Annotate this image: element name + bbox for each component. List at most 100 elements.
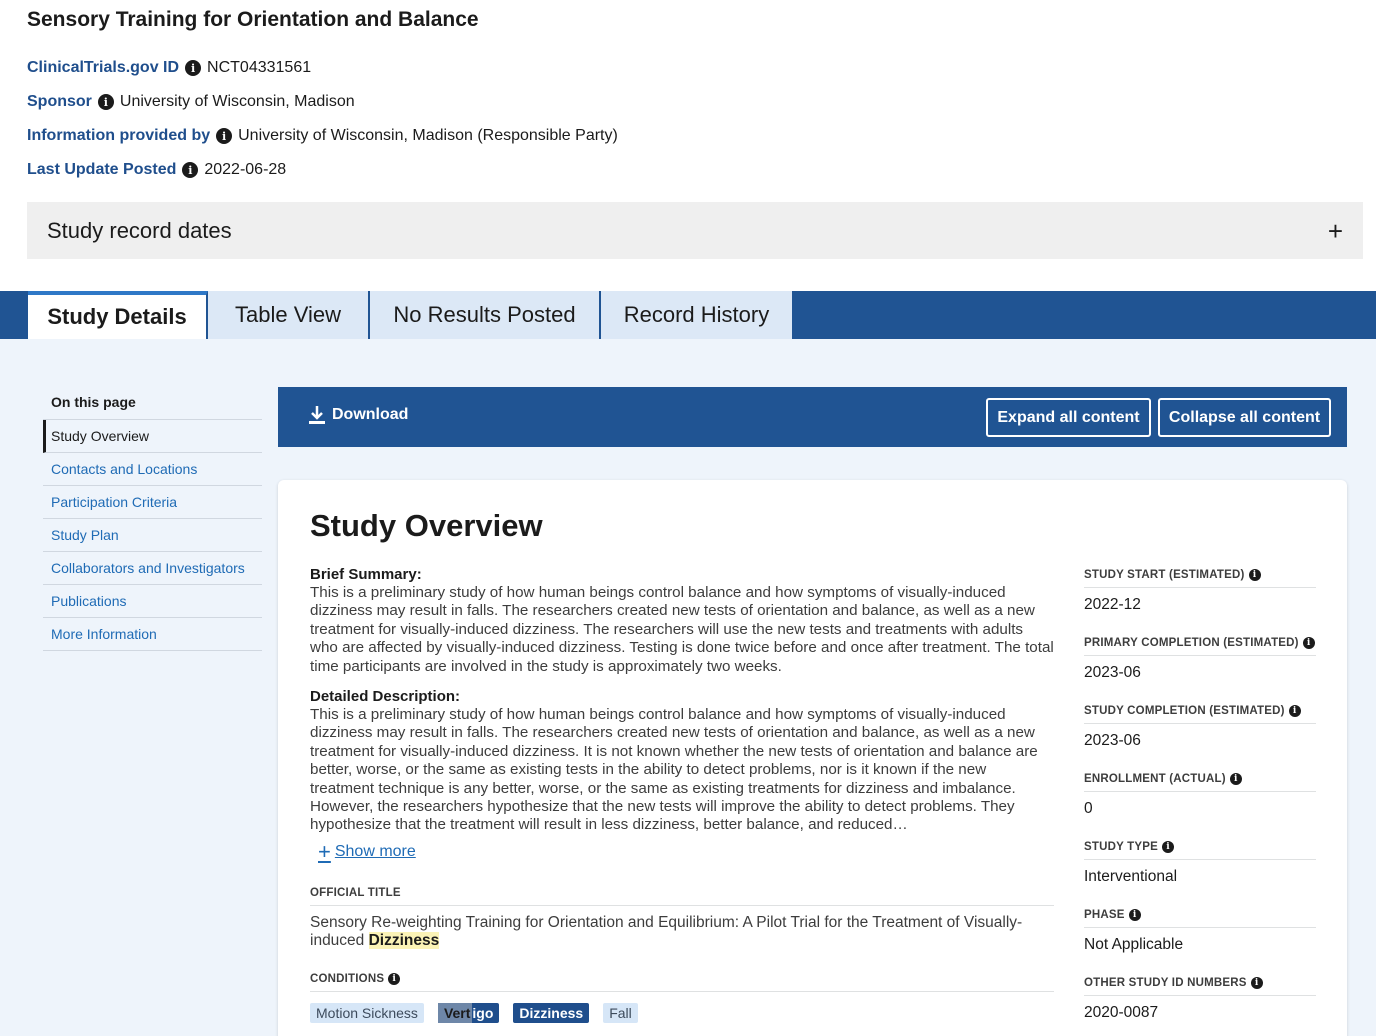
condition-tag[interactable]: Motion Sickness <box>310 1002 424 1023</box>
accordion-label: Study record dates <box>47 217 232 243</box>
fact-label: STUDY START (ESTIMATED) i <box>1084 568 1316 588</box>
plus-icon: + <box>1327 215 1343 246</box>
fact-primary-completion: PRIMARY COMPLETION (ESTIMATED) i 2023-06 <box>1084 636 1316 704</box>
info-icon[interactable]: i <box>182 162 199 178</box>
info-icon[interactable]: i <box>1302 636 1315 649</box>
fact-label-text: ENROLLMENT (ACTUAL) <box>1084 772 1226 785</box>
info-icon[interactable]: i <box>1162 840 1174 853</box>
official-title-label: OFFICIAL TITLE <box>310 887 1054 907</box>
expand-all-button[interactable]: Expand all content <box>986 398 1151 437</box>
info-icon[interactable]: i <box>97 94 114 110</box>
page-title: Sensory Training for Orientation and Bal… <box>27 8 479 31</box>
official-title-highlight: Dizziness <box>368 932 440 950</box>
meta-value: University of Wisconsin, Madison <box>119 93 355 110</box>
selected-text: Vert <box>437 1002 473 1023</box>
meta-label: Last Update Posted <box>27 161 177 178</box>
tab-study-details[interactable]: Study Details <box>28 291 208 339</box>
study-header: Sensory Training for Orientation and Bal… <box>0 0 1376 291</box>
info-icon[interactable]: i <box>216 128 233 144</box>
study-record-dates-accordion[interactable]: Study record dates + <box>27 202 1363 259</box>
brief-summary-label: Brief Summary: <box>310 566 422 583</box>
show-more-link[interactable]: + Show more <box>318 841 1054 863</box>
brief-summary-text: This is a preliminary study of how human… <box>310 584 1054 675</box>
meta-label: Sponsor <box>27 93 92 110</box>
on-this-page-nav: On this page Study Overview Contacts and… <box>43 390 262 651</box>
official-title-text: Sensory Re-weighting Training for Orient… <box>310 914 1054 951</box>
meta-nct-id: ClinicalTrials.gov ID i NCT04331561 <box>27 59 311 77</box>
download-icon <box>309 406 325 424</box>
tab-table-view[interactable]: Table View <box>208 291 370 339</box>
nav-heading: On this page <box>43 390 262 420</box>
nav-item-study-plan[interactable]: Study Plan <box>43 519 262 552</box>
official-title-label-text: OFFICIAL TITLE <box>310 887 401 900</box>
info-icon[interactable]: i <box>1250 976 1263 989</box>
detailed-description-label: Detailed Description: <box>310 688 461 706</box>
fact-label: ENROLLMENT (ACTUAL) i <box>1084 772 1316 792</box>
nav-item-participation-criteria[interactable]: Participation Criteria <box>43 486 262 519</box>
info-icon[interactable]: i <box>388 972 401 985</box>
content-toolbar: Download Expand all content Collapse all… <box>278 387 1347 447</box>
fact-value: 2023-06 <box>1084 732 1141 749</box>
fact-phase: PHASE i Not Applicable <box>1084 908 1316 976</box>
nav-item-collaborators[interactable]: Collaborators and Investigators <box>43 552 262 585</box>
tag-text: igo <box>472 1004 494 1021</box>
nav-item-publications[interactable]: Publications <box>43 585 262 618</box>
meta-sponsor: Sponsor i University of Wisconsin, Madis… <box>27 93 355 111</box>
download-button[interactable]: Download <box>308 405 408 425</box>
info-icon[interactable]: i <box>185 60 202 76</box>
meta-info-provided-by: Information provided by i University of … <box>27 127 618 145</box>
nav-item-contacts-and-locations[interactable]: Contacts and Locations <box>43 453 262 486</box>
tab-bar: Study Details Table View No Results Post… <box>0 291 1376 339</box>
fact-value: Interventional <box>1084 868 1178 885</box>
fact-label-text: STUDY TYPE <box>1084 840 1158 853</box>
tab-record-history[interactable]: Record History <box>601 291 794 339</box>
fact-other-study-ids: OTHER STUDY ID NUMBERS i 2020-0087 <box>1084 976 1316 1036</box>
info-icon[interactable]: i <box>1288 704 1301 717</box>
info-icon[interactable]: i <box>1229 772 1242 785</box>
tab-no-results-posted[interactable]: No Results Posted <box>370 291 601 339</box>
condition-tag[interactable]: Fall <box>603 1002 638 1023</box>
fact-label-text: STUDY COMPLETION (ESTIMATED) <box>1084 704 1285 717</box>
fact-value: 0 <box>1084 800 1093 817</box>
fact-value: 2020-0087 <box>1084 1004 1159 1021</box>
meta-last-update: Last Update Posted i 2022-06-28 <box>27 161 286 179</box>
overview-main-column: Brief Summary: This is a preliminary stu… <box>310 566 1054 1023</box>
meta-label: ClinicalTrials.gov ID <box>27 59 180 76</box>
info-icon[interactable]: i <box>1128 908 1141 921</box>
meta-value: University of Wisconsin, Madison (Respon… <box>238 127 618 144</box>
fact-label-text: PRIMARY COMPLETION (ESTIMATED) <box>1084 636 1299 649</box>
condition-tag[interactable]: Vert igo <box>437 1002 500 1023</box>
fact-study-type: STUDY TYPE i Interventional <box>1084 840 1316 908</box>
fact-value: 2022-12 <box>1084 596 1141 613</box>
meta-value: NCT04331561 <box>207 59 312 76</box>
fact-study-completion: STUDY COMPLETION (ESTIMATED) i 2023-06 <box>1084 704 1316 772</box>
conditions-label: CONDITIONS i <box>310 972 1054 992</box>
info-icon[interactable]: i <box>1248 568 1261 581</box>
conditions-list: Motion Sickness Vert igo Dizziness Fall <box>310 1002 1054 1023</box>
study-facts-column: STUDY START (ESTIMATED) i 2022-12 PRIMARY… <box>1084 568 1316 1036</box>
condition-tag[interactable]: Dizziness <box>513 1002 590 1023</box>
fact-label: STUDY TYPE i <box>1084 840 1316 860</box>
fact-label: PHASE i <box>1084 908 1316 928</box>
fact-enrollment: ENROLLMENT (ACTUAL) i 0 <box>1084 772 1316 840</box>
download-label: Download <box>332 406 409 423</box>
conditions-label-text: CONDITIONS <box>310 972 385 985</box>
fact-value: Not Applicable <box>1084 936 1184 953</box>
detailed-description-text: This is a preliminary study of how human… <box>310 706 1038 834</box>
meta-label: Information provided by <box>27 127 211 144</box>
fact-label: OTHER STUDY ID NUMBERS i <box>1084 976 1316 996</box>
fact-label: STUDY COMPLETION (ESTIMATED) i <box>1084 704 1316 724</box>
fact-label-text: OTHER STUDY ID NUMBERS <box>1084 976 1247 989</box>
fact-value: 2023-06 <box>1084 664 1141 681</box>
nav-item-more-information[interactable]: More Information <box>43 618 262 651</box>
fact-label-text: STUDY START (ESTIMATED) <box>1084 568 1245 581</box>
show-more-label: Show more <box>334 843 416 861</box>
fact-label: PRIMARY COMPLETION (ESTIMATED) i <box>1084 636 1316 656</box>
collapse-all-button[interactable]: Collapse all content <box>1158 398 1331 437</box>
fact-study-start: STUDY START (ESTIMATED) i 2022-12 <box>1084 568 1316 636</box>
fact-label-text: PHASE <box>1084 908 1125 921</box>
plus-icon: + <box>318 839 331 865</box>
study-overview-card: Study Overview Brief Summary: This is a … <box>278 480 1347 1036</box>
nav-item-study-overview[interactable]: Study Overview <box>43 420 262 453</box>
meta-value: 2022-06-28 <box>204 161 287 178</box>
